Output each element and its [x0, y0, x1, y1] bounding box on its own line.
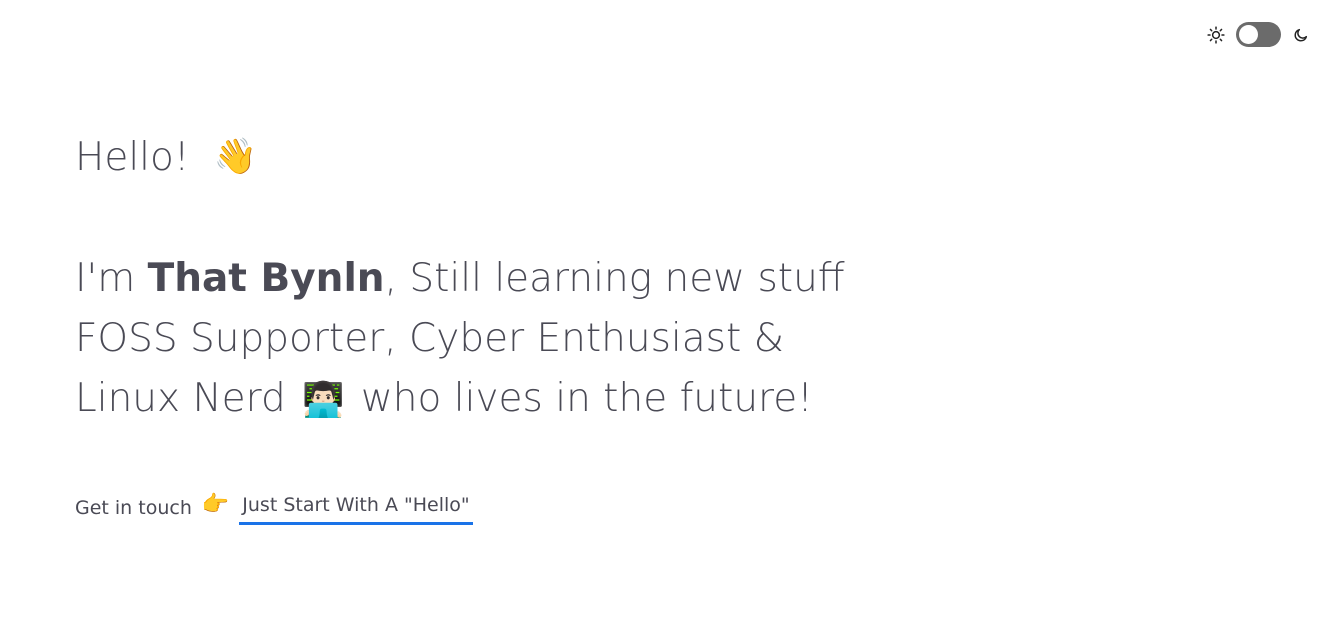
line3-suffix: who lives in the future! — [348, 376, 813, 421]
intro-suffix: , Still learning new stuff — [384, 256, 845, 301]
intro-line-3: Linux Nerd 👨🏻‍💻 who lives in the future! — [75, 369, 835, 430]
contact-row: Get in touch 👉 Just Start With A "Hello" — [75, 490, 835, 525]
author-name: That Bynln — [147, 256, 385, 301]
greeting-text: Hello! — [75, 135, 190, 180]
pointing-right-icon: 👉 — [201, 491, 230, 517]
intro-prefix: I'm — [75, 256, 148, 301]
waving-hand-icon: 👋 — [213, 137, 258, 177]
line3-prefix: Linux Nerd — [75, 376, 299, 421]
greeting-heading: Hello! 👋 — [75, 128, 835, 189]
theme-switcher — [1206, 22, 1311, 47]
technologist-icon: 👨🏻‍💻 — [302, 380, 345, 420]
hero-section: Hello! 👋 I'm That Bynln, Still learning … — [75, 128, 845, 525]
theme-toggle[interactable] — [1236, 22, 1281, 47]
sun-icon[interactable] — [1206, 25, 1226, 45]
intro-line-1: I'm That Bynln, Still learning new stuff — [75, 249, 845, 309]
contact-label: Get in touch — [75, 496, 192, 519]
hello-link[interactable]: Just Start With A "Hello" — [239, 490, 473, 525]
moon-icon[interactable] — [1291, 25, 1311, 45]
intro-line-2: FOSS Supporter, Cyber Enthusiast & — [75, 316, 785, 361]
intro-paragraph: I'm That Bynln, Still learning new stuff… — [75, 249, 845, 430]
toggle-knob — [1239, 25, 1258, 44]
